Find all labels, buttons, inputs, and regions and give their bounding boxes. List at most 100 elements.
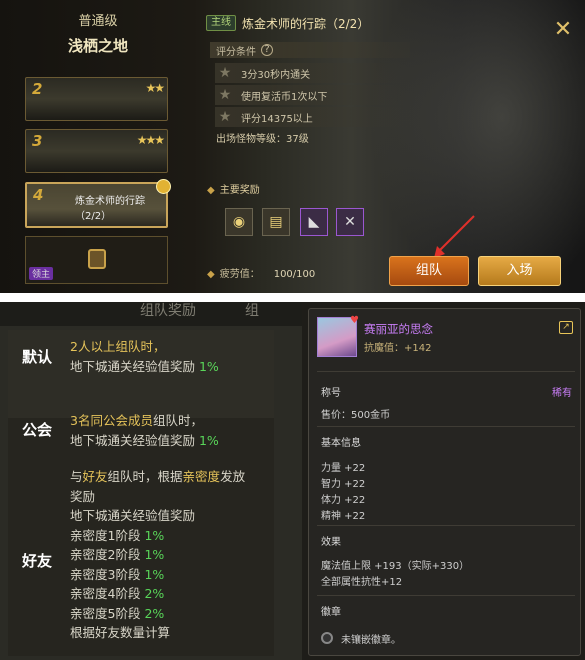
effect-mp: 魔法值上限 +193（实际+330）: [321, 561, 470, 572]
fatigue-label: 疲劳值：: [219, 269, 260, 280]
bonus-text: 2人以上组队时，: [70, 339, 166, 354]
bonus-line: 亲密度3阶段 1%: [70, 564, 164, 583]
star-rating: ★★★: [136, 133, 165, 147]
stage-card-3[interactable]: 3 ★★★: [25, 129, 168, 173]
share-icon[interactable]: ↗: [559, 321, 573, 334]
emblem-label: 徽章: [321, 607, 341, 618]
bonus-percent: 1%: [144, 547, 165, 562]
reward-boots-icon[interactable]: ◣: [300, 208, 328, 236]
conditions-header: 评分条件 ?: [210, 42, 410, 58]
bonus-text: 根据好友数量计算: [70, 625, 171, 640]
team-button[interactable]: 组队: [389, 256, 469, 286]
star-icon: ★: [218, 109, 232, 125]
title-label: 称号: [321, 388, 341, 399]
stage-card-name: 炼金术师的行踪（2/2）: [75, 196, 145, 222]
monster-level: 出场怪物等级：37级: [216, 134, 309, 145]
tooltip-card: ♥ 赛丽亚的思念 抗魔值：+142 ↗ 称号 稀有 售价：500金币 基本信息 …: [308, 308, 581, 656]
star-icon: ★: [218, 65, 232, 81]
star-icon: ★: [218, 87, 232, 103]
basic-info-label: 基本信息: [321, 438, 361, 449]
bonus-line: 亲密度4阶段 2%: [70, 583, 164, 602]
bonus-text: 3名同公会成员: [70, 413, 153, 428]
reward-gold-coins-icon[interactable]: ◉: [225, 208, 253, 236]
divider: [317, 525, 575, 526]
bonus-text: 地下城通关经验值奖励: [70, 359, 199, 374]
bonus-percent: 1%: [144, 566, 165, 582]
bonus-text: 亲密度3阶段: [70, 566, 145, 582]
item-avatar: ♥: [317, 315, 359, 357]
stage-card-2[interactable]: 2 ★★: [25, 77, 168, 121]
bonus-line: 亲密度5阶段 2%: [70, 603, 164, 622]
party-bonus-panel: 组队奖励 组 默认 2人以上组队时， 地下城通关经验值奖励 1% 公会 3名同公会成员组…: [0, 302, 302, 660]
bonus-section-tag: 默认: [22, 348, 53, 366]
emblem-slot-icon: [321, 632, 333, 644]
stage-number: 2: [32, 80, 43, 98]
locked-stage-card[interactable]: 领主: [25, 236, 168, 284]
condition-text: 3分30秒内通关: [241, 69, 311, 81]
bonus-text: 好友: [82, 469, 108, 484]
bonus-percent: 1%: [198, 433, 219, 448]
condition-row: ★ 使用复活币1次以下: [215, 85, 405, 105]
condition-row: ★ 3分30秒内通关: [215, 63, 405, 83]
condition-text: 使用复活币1次以下: [241, 91, 328, 103]
stage-name: 浅栖之地: [67, 37, 128, 55]
reward-scroll-icon[interactable]: ▤: [262, 208, 290, 236]
bonus-line: 奖励: [70, 486, 95, 505]
stat-vit: 体力 +22: [321, 495, 366, 506]
lock-icon: [88, 249, 106, 269]
stat-str: 力量 +22: [321, 463, 366, 474]
bonus-text: 组队时，: [152, 413, 203, 428]
bonus-line: 亲密度2阶段 1%: [70, 544, 164, 563]
difficulty-label: 普通级: [78, 14, 118, 29]
divider: [317, 371, 575, 372]
condition-row: ★ 评分14375以上: [215, 107, 405, 127]
fatigue-value: 100/100: [273, 269, 316, 280]
bonus-text: 地下城通关经验值奖励: [70, 433, 199, 448]
reward-armor-icon[interactable]: ✕: [336, 208, 364, 236]
bonus-text: 亲密度5阶段: [70, 605, 145, 621]
quest-header: 主线 炼金术师的行踪（2/2）: [206, 14, 369, 32]
bonus-text: 组队时，根据: [107, 469, 183, 484]
bullet-icon: ◆: [207, 269, 215, 280]
bonus-line: 与好友组队时，根据亲密度发放: [70, 466, 245, 485]
stage-number: 4: [33, 186, 44, 204]
item-tooltip: ♥ 赛丽亚的思念 抗魔值：+142 ↗ 称号 稀有 售价：500金币 基本信息 …: [302, 302, 585, 660]
bonus-text: 与: [70, 469, 83, 484]
divider: [317, 595, 575, 596]
help-icon[interactable]: ?: [261, 44, 273, 56]
bonus-text: 亲密度1阶段: [70, 527, 145, 543]
party-reward-tab[interactable]: 组队奖励: [140, 302, 196, 320]
bullet-icon: ◆: [207, 185, 215, 196]
rewards-header: ◆ 主要奖励: [207, 181, 260, 196]
quest-title: 炼金术师的行踪（2/2）: [242, 16, 370, 31]
item-name: 赛丽亚的思念: [364, 322, 433, 336]
price-text: 售价：500金币: [321, 410, 391, 421]
fatigue-display: ◆ 疲劳值： 100/100: [207, 265, 315, 280]
item-magic-resist: 抗魔值：+142: [364, 343, 432, 354]
conditions-label: 评分条件: [216, 46, 256, 58]
stage-number: 3: [32, 132, 43, 150]
enter-button[interactable]: 入场: [478, 256, 561, 286]
divider: [317, 426, 575, 427]
bonus-text: 亲密度4阶段: [70, 586, 145, 601]
stage-card-4-selected[interactable]: 4 炼金术师的行踪（2/2）: [25, 179, 171, 228]
bonus-line: 3名同公会成员组队时，: [70, 410, 203, 429]
condition-text: 评分14375以上: [241, 113, 313, 125]
stat-int: 智力 +22: [321, 479, 366, 490]
bonus-line: 地下城通关经验值奖励 1%: [70, 356, 219, 375]
close-icon[interactable]: ✕: [551, 18, 575, 42]
arrow-pointer-icon: [434, 215, 475, 258]
rarity-label: 稀有: [552, 388, 572, 399]
effect-resist: 全部属性抗性+12: [321, 577, 403, 588]
heart-icon: ♥: [350, 315, 359, 326]
tab-fragment[interactable]: 组: [245, 302, 259, 320]
bonus-line: 根据好友数量计算: [70, 622, 170, 641]
rewards-label: 主要奖励: [219, 185, 260, 196]
dungeon-select-panel: 普通级 浅栖之地 2 ★★ 3 ★★★ 4 炼金术师的行踪（2/2） 领主 主线…: [0, 0, 585, 293]
star-rating: ★★: [145, 81, 164, 95]
quest-type-tag: 主线: [206, 15, 236, 31]
bonus-text: 亲密度: [182, 469, 221, 484]
bonus-percent: 2%: [144, 605, 165, 621]
boss-tag: 领主: [29, 267, 54, 280]
effect-label: 效果: [321, 537, 341, 548]
